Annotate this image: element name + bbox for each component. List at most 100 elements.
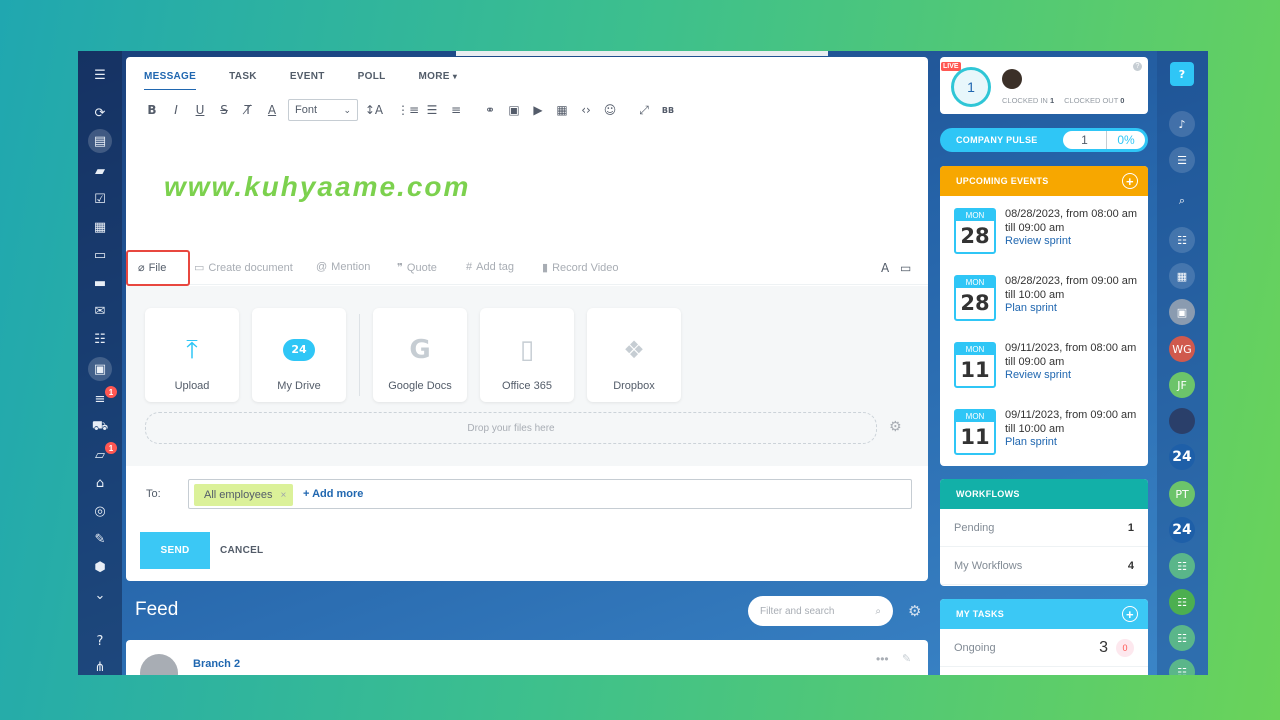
add-tag-button[interactable]: # Add tag [466, 261, 514, 273]
more-icon[interactable]: ⌄ [90, 585, 110, 605]
tab-poll[interactable]: POLL [358, 71, 386, 90]
add-more-link[interactable]: + Add more [303, 488, 363, 500]
record-video-button[interactable]: ▮ Record Video [542, 261, 619, 275]
upload-tile[interactable]: ⤒ Upload [145, 308, 239, 402]
help-icon[interactable]: ? [1170, 62, 1194, 86]
chat-icon[interactable]: ▰ [90, 161, 110, 181]
docs-icon[interactable]: ▭ [90, 245, 110, 265]
mention-button[interactable]: @ Mention [316, 261, 370, 273]
post-author[interactable]: Branch 2 [193, 658, 240, 670]
contact-card-icon[interactable]: ▣ [1169, 299, 1195, 325]
messages-icon[interactable]: ☰ [1169, 147, 1195, 173]
font-select[interactable]: Font ⌄ [288, 99, 358, 121]
avatar[interactable] [140, 654, 178, 675]
quote-button[interactable]: ❞ Quote [397, 261, 437, 275]
brand-icon[interactable]: 24 [1169, 517, 1195, 543]
recipient-chip[interactable]: All employees × [194, 484, 294, 506]
avatar[interactable]: PT [1169, 481, 1195, 507]
tab-message[interactable]: MESSAGE [144, 71, 197, 90]
file-dropzone[interactable]: Drop your files here [145, 412, 877, 444]
more-icon[interactable]: ••• [876, 652, 889, 666]
help-icon[interactable]: ? [90, 631, 110, 651]
code-icon[interactable]: ‹› [574, 99, 598, 121]
avatar[interactable] [1002, 69, 1022, 89]
tab-task[interactable]: TASK [229, 71, 257, 90]
event-link[interactable]: Plan sprint [1005, 436, 1057, 448]
group-icon[interactable]: ☷ [1169, 625, 1195, 651]
cancel-button[interactable]: CANCEL [220, 545, 263, 556]
google-docs-tile[interactable]: G Google Docs [373, 308, 467, 402]
italic-icon[interactable]: I [164, 99, 188, 121]
group-icon[interactable]: ☷ [1169, 553, 1195, 579]
bell-icon[interactable]: ♪ [1169, 111, 1195, 137]
numbered-list-icon[interactable]: ⋮≡ [396, 99, 420, 121]
gear-icon[interactable]: ⚙ [889, 419, 902, 435]
underline-icon[interactable]: U [188, 99, 212, 121]
create-document-button[interactable]: ▭ Create document [194, 261, 293, 275]
tab-event[interactable]: EVENT [290, 71, 325, 90]
bbcode-icon[interactable]: BB [656, 99, 680, 121]
calendar-icon[interactable]: ▦ [1169, 263, 1195, 289]
avatar[interactable]: JF [1169, 372, 1195, 398]
menu-icon[interactable]: ☰ [90, 65, 110, 85]
task-row[interactable]: Ongoing 3 0 [940, 629, 1148, 667]
add-event-icon[interactable]: + [1122, 173, 1138, 189]
file-button[interactable]: ⌀ File [126, 250, 190, 286]
contacts-icon[interactable]: ▣ [88, 357, 112, 381]
brand-icon[interactable]: 24 [1169, 444, 1195, 470]
tasks-icon[interactable]: ☑ [90, 189, 110, 209]
avatar[interactable]: WG [1169, 336, 1195, 362]
groups-icon[interactable]: ☷ [90, 329, 110, 349]
video-icon[interactable]: ▶ [526, 99, 550, 121]
event-link[interactable]: Review sprint [1005, 235, 1071, 247]
drive-icon[interactable]: ▬ [90, 273, 110, 293]
table-icon[interactable]: ▦ [550, 99, 574, 121]
strikethrough-icon[interactable]: S [212, 99, 236, 121]
pin-icon[interactable]: ✎ [902, 652, 911, 665]
clear-format-icon[interactable]: T̸ [236, 99, 260, 121]
sign-icon[interactable]: ✎ [90, 529, 110, 549]
align-icon[interactable]: ≡ [444, 99, 468, 121]
structure-icon[interactable]: ⋔ [90, 657, 110, 675]
clock-counter[interactable]: 1 [951, 67, 991, 107]
group-icon[interactable]: ☷ [1169, 659, 1195, 675]
help-icon[interactable]: ? [1133, 62, 1142, 71]
fullscreen-icon[interactable]: ⤢ [632, 99, 656, 121]
group-icon[interactable]: ☷ [1169, 589, 1195, 615]
bold-icon[interactable]: B [140, 99, 164, 121]
image-icon[interactable]: ▣ [502, 99, 526, 121]
goals-icon[interactable]: ◎ [90, 501, 110, 521]
bullet-list-icon[interactable]: ☰ [420, 99, 444, 121]
my-drive-tile[interactable]: 24 My Drive [252, 308, 346, 402]
workflow-row[interactable]: Pending 1 [940, 509, 1148, 547]
panel-icon[interactable]: ▭ [900, 261, 911, 275]
search-icon[interactable]: ⌕ [1169, 188, 1195, 214]
office-365-tile[interactable]: ▯ Office 365 [480, 308, 574, 402]
add-task-icon[interactable]: + [1122, 606, 1138, 622]
tab-more[interactable]: MORE ▾ [419, 71, 458, 90]
calendar-icon[interactable]: ▦ [90, 217, 110, 237]
feed-search-input[interactable]: Filter and search ⌕ [748, 596, 893, 626]
recipients-field[interactable]: All employees × + Add more [188, 479, 912, 509]
event-link[interactable]: Plan sprint [1005, 302, 1057, 314]
emoji-icon[interactable]: ☺ [598, 99, 622, 121]
mail-icon[interactable]: ✉ [90, 301, 110, 321]
avatar[interactable] [1169, 408, 1195, 434]
link-icon[interactable]: ⚭ [478, 99, 502, 121]
close-icon[interactable]: × [280, 490, 286, 501]
send-button[interactable]: SEND [140, 532, 210, 569]
shop-icon[interactable]: ⛟ [90, 417, 110, 437]
company-icon[interactable]: ⌂ [90, 473, 110, 493]
feed-icon[interactable]: ▤ [88, 129, 112, 153]
workflow-row[interactable]: My Workflows 4 [940, 547, 1148, 585]
dropbox-tile[interactable]: ❖ Dropbox [587, 308, 681, 402]
company-pulse[interactable]: COMPANY PULSE 1 0% [940, 128, 1148, 152]
sites-icon[interactable]: ⟳ [90, 103, 110, 123]
font-size-icon[interactable]: ↕A [362, 99, 386, 121]
event-link[interactable]: Review sprint [1005, 369, 1071, 381]
group-chat-icon[interactable]: ☷ [1169, 227, 1195, 253]
text-color-icon[interactable]: A [260, 99, 284, 121]
text-format-icon[interactable]: A [881, 261, 889, 275]
apps-icon[interactable]: ⬢ [90, 557, 110, 577]
gear-icon[interactable]: ⚙ [908, 602, 921, 620]
